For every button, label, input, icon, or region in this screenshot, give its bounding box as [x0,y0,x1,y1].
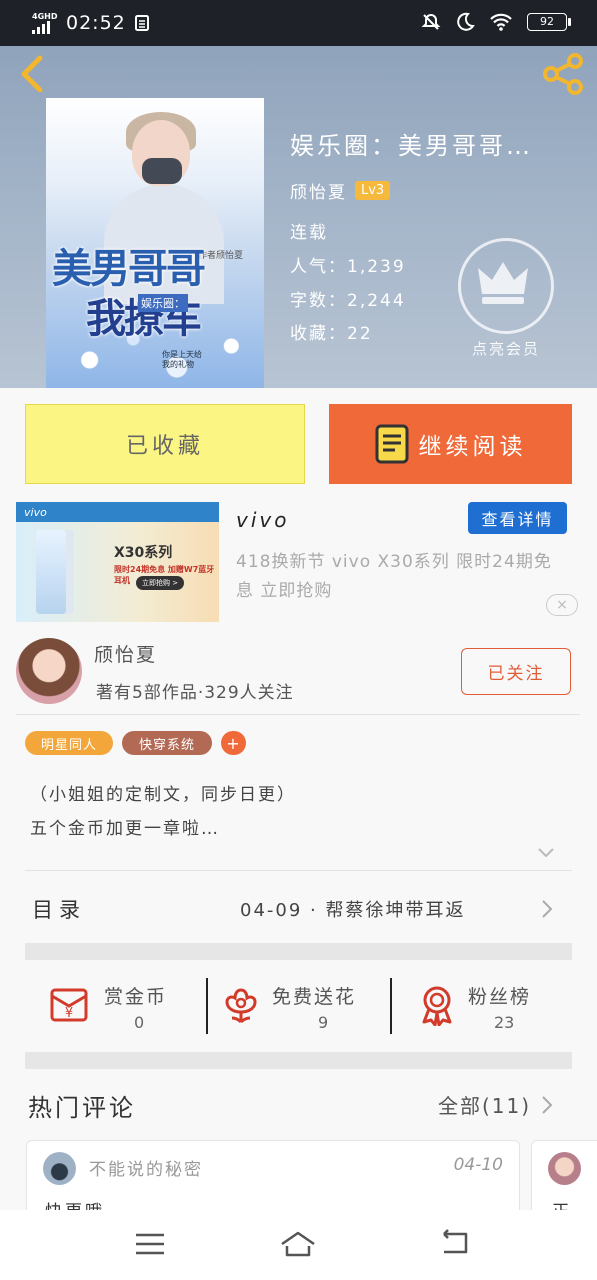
vip-label: 点亮会员 [471,340,540,358]
back-icon[interactable] [14,52,54,92]
moon-icon [457,12,475,31]
mute-icon [421,13,441,30]
divider [25,870,572,871]
add-tag-button[interactable]: + [221,731,246,755]
all-comments-link[interactable]: 全部(11) [438,1090,531,1119]
divider [16,714,580,715]
hot-comments-title: 热门评论 [28,1094,136,1122]
system-nav-bar [0,1210,597,1280]
book-status: 连载 [290,223,328,243]
divider [390,978,392,1034]
writer-stats: 著有5部作品·329人关注 [96,683,294,703]
book-header: 作者颀怡夏 美男哥哥 我撩车 娱乐圈： 你是上天给 我的礼物 娱乐圈：美男哥哥…… [0,46,597,388]
commenter-name[interactable]: 不能说的秘密 [89,1155,203,1180]
home-icon[interactable] [278,1224,318,1264]
book-word-count: 字数：2,244 [290,291,406,311]
cover-blurb: 你是上天给 我的礼物 [162,350,202,369]
phone-image [36,530,66,614]
wifi-icon [490,13,512,31]
ad-close-button[interactable]: × [546,594,578,616]
tag-quick-travel[interactable]: 快穿系统 [122,731,212,755]
collected-button[interactable]: 已收藏 [25,404,305,484]
sim-icon [134,15,149,31]
book-author[interactable]: 颀怡夏 [290,178,347,203]
section-separator [25,1052,572,1069]
book-favorites: 收藏：22 [290,324,373,344]
book-intro: （小姐姐的定制文，同步日更） 五个金币加更一章啦… [30,778,296,846]
divider [206,978,208,1034]
stat-flower-label: 免费送花 [272,986,357,1008]
book-title: 娱乐圈：美男哥哥… [290,132,533,160]
writer-name[interactable]: 颀怡夏 [94,640,157,667]
chevron-right-icon[interactable] [542,900,552,918]
share-icon[interactable] [541,52,587,96]
stat-reward-value: 0 [134,1013,145,1032]
stat-fans-label: 粉丝榜 [468,986,532,1008]
battery-icon: 92 [527,13,571,31]
status-time: 02:52 [66,12,126,34]
ad-detail-button[interactable]: 查看详情 [468,502,567,534]
chevron-right-icon[interactable] [542,1096,552,1114]
ad-image-cta: 立即抢购 > [136,576,185,590]
ad-image-title: X30系列 [114,545,173,561]
continue-reading-label: 继续阅读 [418,434,527,460]
commenter-avatar[interactable] [548,1152,581,1185]
section-separator [25,943,572,960]
stat-flower-value: 9 [318,1013,329,1032]
cover-subtitle: 娱乐圈： [138,294,188,312]
menu-icon[interactable] [130,1224,170,1264]
intro-line-2: 五个金币加更一章啦… [30,819,220,839]
tag-star-fanfic[interactable]: 明星同人 [25,731,113,755]
cover-author: 作者颀怡夏 [198,251,244,261]
commenter-avatar[interactable] [43,1152,76,1185]
signal-icon: 4GHD [32,12,58,34]
back-nav-icon[interactable] [436,1224,476,1264]
book-icon [375,424,408,464]
medal-icon [422,986,452,1026]
vip-button[interactable]: 点亮会员 [458,238,554,362]
chevron-down-icon[interactable] [538,848,554,858]
level-badge: Lv3 [355,181,391,200]
book-author-row: 颀怡夏 Lv3 [290,178,391,203]
intro-line-1: （小姐姐的定制文，同步日更） [30,785,296,805]
flower-icon [225,988,257,1024]
toc-latest-chapter[interactable]: 04-09 · 帮蔡徐坤带耳返 [240,896,465,922]
crown-icon [458,238,554,334]
ad-image[interactable]: vivo X30系列 限时24期免息 加赠W7蓝牙耳机 立即抢购 > [16,502,219,622]
comment-date: 04-10 [453,1155,503,1175]
stat-reward-label: 赏金币 [104,986,168,1008]
svg-text:¥: ¥ [65,1006,73,1021]
writer-avatar[interactable] [16,638,82,704]
toc-label[interactable]: 目录 [32,894,86,924]
ad-image-brand: vivo [24,506,47,519]
status-bar: 4GHD 02:52 92 [0,0,597,46]
book-cover[interactable]: 作者颀怡夏 美男哥哥 我撩车 娱乐圈： 你是上天给 我的礼物 [46,98,264,388]
network-type: 4GHD [32,12,58,21]
stat-fans-value: 23 [494,1013,515,1032]
red-envelope-icon: ¥ [50,988,88,1022]
ad-description[interactable]: 418换新节 vivo X30系列 限时24期免息 立即抢购 [236,548,566,606]
book-popularity: 人气：1,239 [290,257,406,277]
continue-reading-button[interactable]: 继续阅读 [329,404,572,484]
ad-brand: vivo [236,508,290,532]
follow-button[interactable]: 已关注 [461,648,571,695]
